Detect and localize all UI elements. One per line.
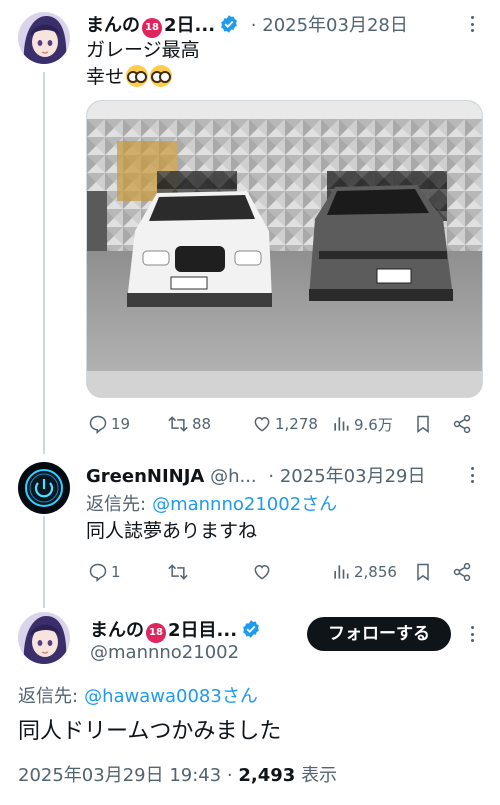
reply-icon [89, 563, 107, 582]
like-button[interactable]: 1,278 [252, 414, 318, 434]
verified-icon [221, 15, 237, 33]
views-button[interactable]: 2,856 [331, 562, 397, 582]
dot-separator: · [268, 466, 275, 487]
nerd-face-emoji [126, 65, 149, 87]
retweet-button[interactable]: 88 [167, 414, 211, 434]
like-count: 1,278 [275, 415, 318, 433]
reply-prefix: 返信先: [18, 686, 79, 707]
tweet-header: まんの 18 2日... · 2025年03月28日 [86, 11, 408, 38]
tweet-timestamp[interactable]: 2025年03月29日 19:43 · [18, 765, 233, 786]
author-handle[interactable]: @h... [210, 466, 257, 487]
tweet-header: GreenNINJA @h... · 2025年03月29日 [86, 462, 425, 488]
bookmark-button[interactable] [414, 414, 432, 434]
share-icon [453, 562, 471, 582]
avatar[interactable] [18, 462, 70, 514]
bookmark-button[interactable] [414, 562, 432, 582]
tweet-meta: 2025年03月29日 19:43 · 2,493 表示 [18, 761, 337, 787]
views-icon [334, 565, 349, 579]
nerd-face-emoji [150, 65, 173, 87]
avatar[interactable] [18, 12, 70, 64]
more-icon[interactable] [462, 624, 482, 644]
reply-button[interactable]: 1 [88, 562, 121, 582]
bookmark-icon [417, 415, 429, 433]
tweet-actions: 1 2,856 [0, 560, 500, 584]
author-name[interactable]: GreenNINJA [86, 466, 204, 487]
heart-icon [254, 416, 270, 432]
retweet-button[interactable] [167, 562, 189, 582]
tweet-text: 同人ドリームつかみました [18, 719, 282, 744]
views-count: 2,856 [354, 563, 397, 581]
garage-photo [87, 101, 482, 397]
author-name[interactable]: まんの [90, 620, 144, 641]
tweet-image[interactable] [86, 100, 483, 398]
bookmark-icon [417, 563, 429, 581]
tweet-text: 同人誌夢ありますね [86, 520, 258, 542]
more-icon[interactable] [462, 14, 482, 34]
retweet-icon [168, 416, 188, 432]
reply-prefix: 返信先: [86, 494, 147, 515]
author-name-suffix[interactable]: 2日... [164, 15, 215, 36]
author-name[interactable]: まんの [86, 15, 140, 36]
author-handle[interactable]: @mannno21002 [90, 642, 239, 663]
dot-separator: · [250, 15, 257, 36]
follow-button[interactable]: フォローする [307, 617, 451, 651]
r18-badge: 18 [146, 623, 166, 643]
share-icon [453, 414, 471, 434]
retweet-count: 88 [192, 415, 212, 433]
heart-icon [254, 564, 270, 580]
tweet-actions: 19 88 1,278 9.6万 [0, 412, 500, 436]
tweet-text-line: 幸せ [86, 64, 173, 91]
timestamp[interactable]: 2025年03月29日 [280, 466, 426, 487]
reply-to-link[interactable]: @mannno21002さん [152, 494, 337, 515]
verified-icon [243, 620, 259, 638]
author-name-suffix[interactable]: 2日目... [168, 620, 237, 641]
tweet-text: 幸せ [86, 66, 125, 88]
more-icon[interactable] [462, 465, 482, 485]
retweet-icon [168, 564, 188, 580]
reply-context: 返信先: @mannno21002さん [86, 490, 337, 516]
views-button[interactable]: 9.6万 [331, 414, 393, 435]
tweet-text-line: ガレージ最高 [86, 39, 200, 61]
reply-count: 19 [111, 415, 131, 433]
r18-badge: 18 [142, 18, 162, 38]
view-count: 2,493 [238, 765, 296, 786]
share-button[interactable] [452, 562, 472, 582]
like-button[interactable] [252, 562, 272, 582]
views-icon [334, 417, 349, 431]
avatar[interactable] [18, 612, 70, 664]
view-label: 表示 [301, 765, 338, 786]
tweet-header: まんの 18 2日目... [90, 616, 261, 643]
share-button[interactable] [452, 414, 472, 434]
reply-button[interactable]: 19 [88, 414, 130, 434]
thread-line [43, 72, 45, 454]
reply-icon [89, 415, 107, 434]
reply-to-link[interactable]: @hawawa0083さん [84, 686, 258, 707]
reply-count: 1 [111, 563, 121, 581]
views-count: 9.6万 [354, 415, 393, 434]
timestamp[interactable]: 2025年03月28日 [262, 15, 408, 36]
reply-context: 返信先: @hawawa0083さん [18, 682, 258, 708]
